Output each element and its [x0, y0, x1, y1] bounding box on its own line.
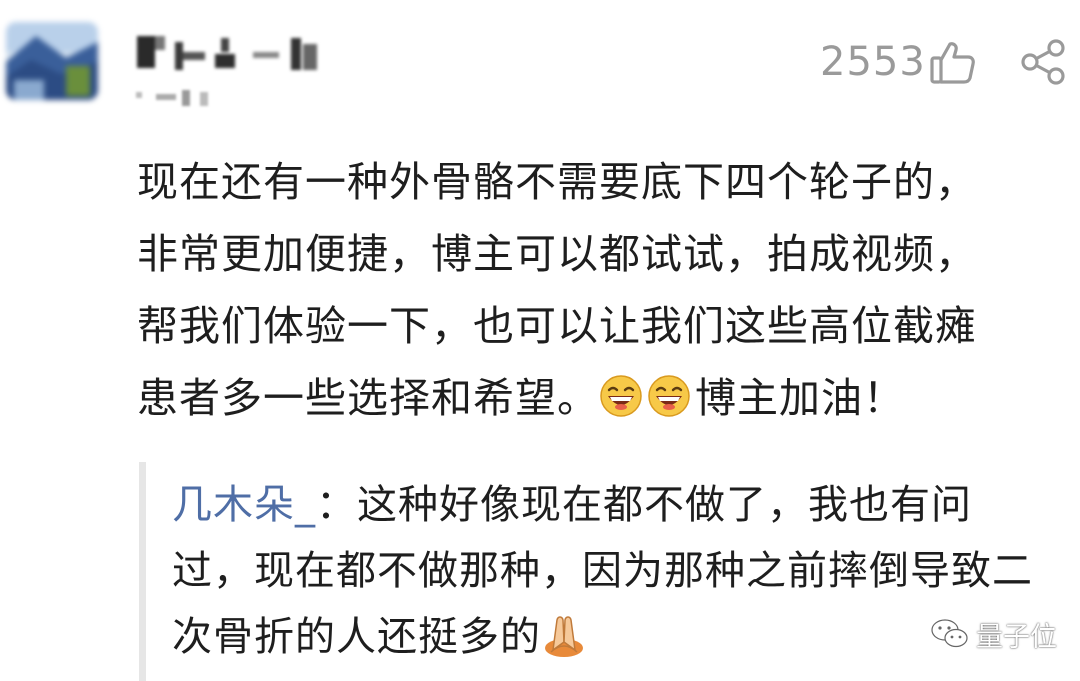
reply-separator: ：	[316, 482, 357, 528]
thumbs-up-icon[interactable]	[928, 38, 976, 86]
clasped-hands-icon	[541, 612, 587, 658]
comment-line-last: 患者多一些选择和希望。 博主加油！	[137, 362, 1077, 434]
reply-quote-bar	[139, 462, 146, 681]
comment-line-text: 患者多一些选择和希望。	[137, 374, 599, 422]
grinning-face-icon	[599, 374, 643, 418]
reply-line: 过，现在都不做那种，因为那种之前摔倒导致二	[172, 548, 1033, 594]
username-blurred[interactable]	[135, 30, 335, 76]
reply-line: 几木朵_：这种好像现在都不做了，我也有问	[172, 472, 1077, 538]
reply-text: 这种好像现在都不做了，我也有问	[357, 482, 972, 528]
comment-text: 现在还有一种外骨骼不需要底下四个轮子的， 非常更加便捷，博主可以都试试，拍成视频…	[137, 146, 1077, 434]
comment-screenshot: 2553 现在还有一种外骨骼不需要底下四个轮子的， 非常更加便捷，博主可以都试试…	[0, 0, 1080, 681]
like-count: 2553	[820, 39, 926, 85]
watermark: 量子位	[930, 614, 1057, 654]
watermark-text: 量子位	[976, 621, 1057, 653]
reply-author[interactable]: 几木朵_	[172, 482, 316, 528]
grinning-face-icon	[647, 374, 691, 418]
cheer-text: 博主加油！	[695, 374, 905, 422]
share-icon[interactable]	[1018, 38, 1070, 86]
comment-line: 现在还有一种外骨骼不需要底下四个轮子的，	[137, 158, 977, 206]
wechat-icon	[930, 617, 970, 651]
avatar[interactable]	[6, 22, 98, 100]
reply-text: 次骨折的人还挺多的	[172, 614, 541, 660]
comment-line: 非常更加便捷，博主可以都试试，拍成视频，	[137, 230, 977, 278]
comment-line: 帮我们体验一下，也可以让我们这些高位截瘫	[137, 302, 977, 350]
comment-meta-blurred	[130, 86, 230, 110]
